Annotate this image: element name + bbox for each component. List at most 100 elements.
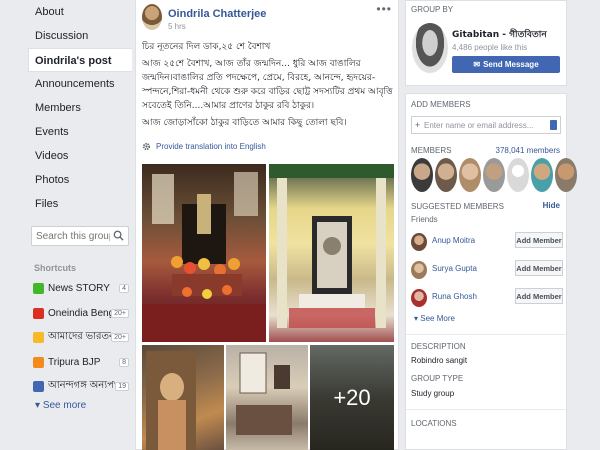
post-options-icon[interactable]: ••• xyxy=(376,2,392,16)
suggested-name[interactable]: Runa Ghosh xyxy=(432,292,477,301)
post-text: চির নূতনের দিল ডাক,২৫ শে বৈশাখ আজ ২৫শে ব… xyxy=(142,40,394,133)
post-timestamp[interactable]: 5 hrs xyxy=(168,22,186,31)
post-photo[interactable] xyxy=(226,345,308,450)
gear-icon xyxy=(142,142,151,151)
nav-item-files[interactable]: Files xyxy=(0,192,132,216)
altar-photo-art xyxy=(142,172,266,342)
see-more-label: See more xyxy=(42,400,87,411)
chevron-down-icon: ▾ xyxy=(35,400,41,411)
post-text-line: চির নূতনের দিল ডাক,২৫ শে বৈশাখ xyxy=(142,42,271,52)
shortcut-amader-bharatbarsha[interactable]: আমাদের ভারতবর্ষ -... 20+ xyxy=(33,328,129,346)
add-member-button[interactable]: Add Member xyxy=(515,288,563,304)
author-avatar[interactable] xyxy=(142,4,162,30)
send-message-button[interactable]: ✉ Send Message xyxy=(452,56,560,73)
search-icon[interactable] xyxy=(113,230,124,241)
see-more-shortcuts-link[interactable]: ▾ See more xyxy=(35,400,86,411)
member-avatar[interactable] xyxy=(411,158,433,192)
members-count[interactable]: 378,041 members xyxy=(496,146,560,155)
add-member-input[interactable]: + Enter name or email address... xyxy=(411,116,561,134)
send-message-label: Send Message xyxy=(483,60,539,69)
plus-icon: + xyxy=(415,120,421,130)
nav-item-photos[interactable]: Photos xyxy=(0,168,132,192)
add-member-button[interactable]: Add Member xyxy=(515,260,563,276)
shortcut-label: Oneindia Bengali xyxy=(48,307,111,319)
group-search-input[interactable] xyxy=(32,227,110,245)
shortcut-icon xyxy=(33,356,44,368)
shortcut-label: আনন্দগঙ্গ অন্যপথ xyxy=(48,379,116,391)
page-likes: 4,486 people like this xyxy=(452,43,528,52)
add-member-placeholder: Enter name or email address... xyxy=(424,120,534,130)
more-photos-overlay[interactable]: +20 xyxy=(310,345,394,450)
shortcut-icon xyxy=(33,331,44,343)
nav-item-videos[interactable]: Videos xyxy=(0,144,132,168)
description-title: DESCRIPTION xyxy=(411,342,466,351)
shortcut-oneindia-bengali[interactable]: Oneindia Bengali 20+ xyxy=(33,304,129,322)
post-photo[interactable]: +20 xyxy=(310,345,394,450)
suggested-avatar[interactable] xyxy=(411,261,427,279)
nav-item-events[interactable]: Events xyxy=(0,120,132,144)
member-avatars xyxy=(411,158,577,192)
suggested-avatar[interactable] xyxy=(411,233,427,251)
divider xyxy=(406,409,566,410)
shortcut-label: Tripura BJP xyxy=(48,356,101,368)
translate-link[interactable]: Provide translation into English xyxy=(142,142,266,151)
see-more-label: See More xyxy=(420,314,455,323)
divider xyxy=(406,334,566,335)
suggested-member: Surya Gupta Add Member xyxy=(411,258,563,280)
shortcut-icon xyxy=(33,380,44,392)
hide-suggestions-link[interactable]: Hide xyxy=(543,201,560,210)
shortcut-icon xyxy=(33,307,44,319)
portrait-photo-art xyxy=(269,164,394,328)
member-avatar[interactable] xyxy=(459,158,481,192)
nav-item-oindrilas-post[interactable]: Oindrila's post xyxy=(28,48,132,72)
suggested-name[interactable]: Surya Gupta xyxy=(432,264,477,273)
address-book-icon[interactable] xyxy=(550,120,557,130)
member-avatar[interactable] xyxy=(483,158,505,192)
nav-item-announcements[interactable]: Announcements xyxy=(0,72,132,96)
suggested-member: Runa Ghosh Add Member xyxy=(411,286,563,308)
shortcut-count: 20+ xyxy=(111,308,129,318)
locations-title: LOCATIONS xyxy=(411,419,457,428)
shortcut-count: 8 xyxy=(119,357,129,367)
member-avatar[interactable] xyxy=(555,158,577,192)
page-name[interactable]: Gitabitan - গীতবিতান xyxy=(452,27,547,42)
member-avatar[interactable] xyxy=(531,158,553,192)
shortcut-anandagangga[interactable]: আনন্দগঙ্গ অন্যপথ 19 xyxy=(33,377,129,395)
member-avatar[interactable] xyxy=(507,158,529,192)
see-more-suggestions-link[interactable]: ▾ See More xyxy=(414,314,455,323)
group-by-title: GROUP BY xyxy=(411,5,454,14)
page-avatar[interactable] xyxy=(412,23,448,73)
room-photo-art xyxy=(236,352,292,435)
shortcut-news-story[interactable]: News STORY 4 xyxy=(33,279,129,297)
messenger-icon: ✉ xyxy=(473,60,481,69)
group-by-card: GROUP BY Gitabitan - গীতবিতান 4,486 peop… xyxy=(405,0,567,86)
author-name[interactable]: Oindrila Chatterjee xyxy=(168,8,266,20)
shortcuts-title: Shortcuts xyxy=(34,263,77,273)
post-photo[interactable] xyxy=(142,164,266,342)
shortcut-label: আমাদের ভারতবর্ষ -... xyxy=(48,330,111,342)
suggested-member: Anup Moitra Add Member xyxy=(411,230,563,252)
post-photo[interactable] xyxy=(269,164,394,342)
shortcut-count: 20+ xyxy=(111,332,129,342)
friends-label: Friends xyxy=(411,215,438,224)
post-photo[interactable] xyxy=(142,345,224,450)
add-members-title: ADD MEMBERS xyxy=(411,100,471,109)
shortcut-count: 4 xyxy=(119,283,129,293)
members-card: ADD MEMBERS + Enter name or email addres… xyxy=(405,93,577,450)
suggested-members-title: SUGGESTED MEMBERS xyxy=(411,202,504,211)
painting-photo-art xyxy=(146,351,196,450)
shortcut-tripura-bjp[interactable]: Tripura BJP 8 xyxy=(33,353,129,371)
translate-label: Provide translation into English xyxy=(156,142,266,151)
shortcut-icon xyxy=(33,282,44,294)
suggested-name[interactable]: Anup Moitra xyxy=(432,236,475,245)
add-member-button[interactable]: Add Member xyxy=(515,232,563,248)
nav-item-members[interactable]: Members xyxy=(0,96,132,120)
description-text: Robindro sangit xyxy=(411,356,468,365)
nav-list: About Discussion Oindrila's post Announc… xyxy=(0,0,132,216)
suggested-avatar[interactable] xyxy=(411,289,427,307)
nav-item-about[interactable]: About xyxy=(0,0,132,24)
member-avatar[interactable] xyxy=(435,158,457,192)
post-text-line: আজ ২৫শে বৈশাখ, আজ তাঁর জন্মদিন... ধুরি আ… xyxy=(142,59,393,111)
nav-item-discussion[interactable]: Discussion xyxy=(0,24,132,48)
left-navigation: About Discussion Oindrila's post Announc… xyxy=(0,0,132,450)
